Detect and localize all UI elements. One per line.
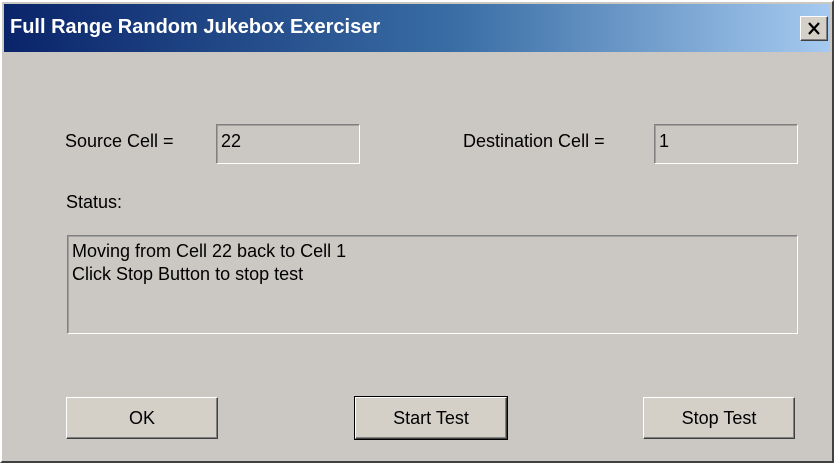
start-test-button[interactable]: Start Test [354,396,508,440]
destination-cell-label: Destination Cell = [463,131,605,151]
status-line: Moving from Cell 22 back to Cell 1 [72,241,347,261]
close-button[interactable] [800,16,828,41]
ok-button[interactable]: OK [66,397,218,439]
source-cell-label: Source Cell = [65,131,174,151]
source-cell-field[interactable]: 22 [216,124,360,164]
status-line: Click Stop Button to stop test [72,264,304,284]
title-bar[interactable]: Full Range Random Jukebox Exerciser [4,4,830,52]
window-title: Full Range Random Jukebox Exerciser [10,16,381,38]
dialog-window: Full Range Random Jukebox Exerciser Sour… [0,0,834,463]
destination-cell-field[interactable]: 1 [654,124,798,164]
status-label: Status: [66,192,123,212]
stop-test-button[interactable]: Stop Test [643,397,795,439]
close-icon [808,22,820,35]
status-box[interactable]: Moving from Cell 22 back to Cell 1 Click… [67,235,798,334]
